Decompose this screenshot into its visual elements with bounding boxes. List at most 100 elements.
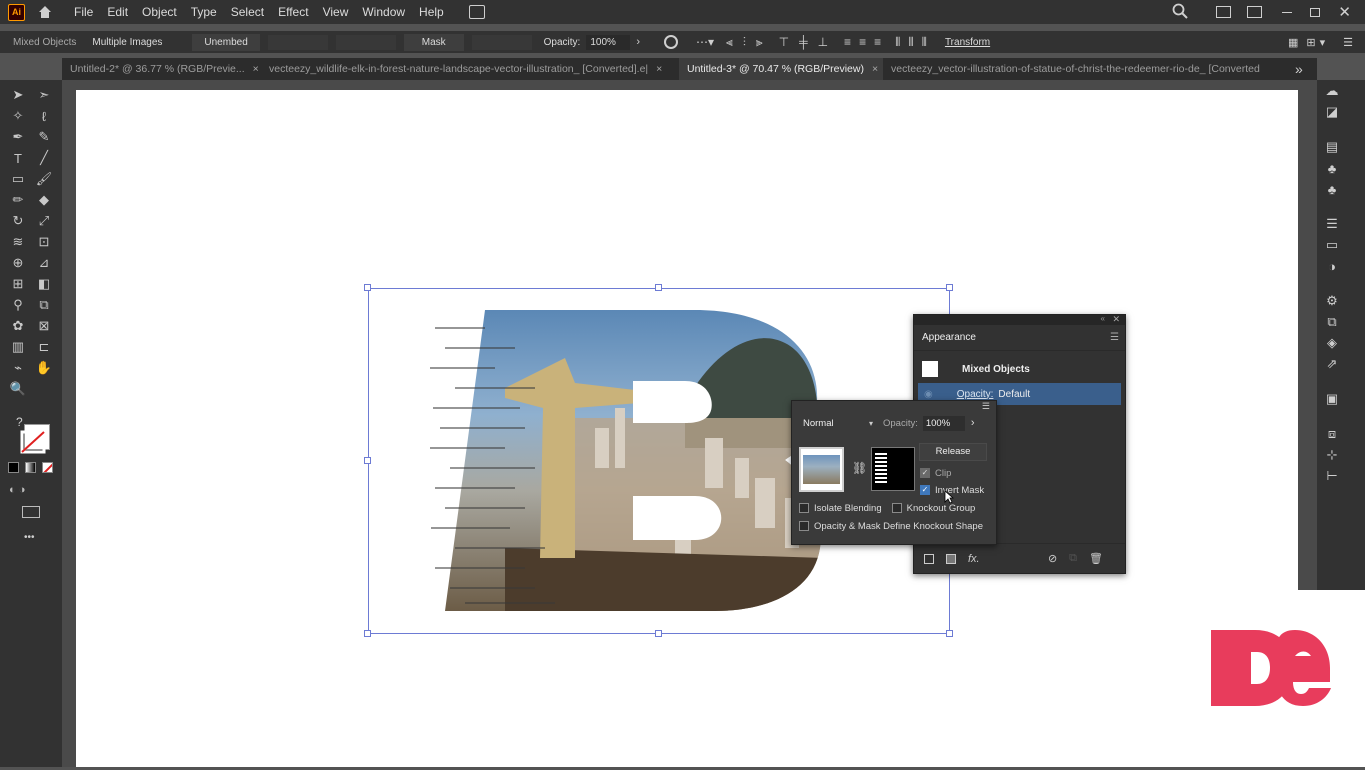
add-fill-icon[interactable] [946, 553, 956, 564]
free-transform-icon[interactable]: ⊡ [34, 233, 54, 251]
live-paint-icon[interactable]: ⊠ [34, 317, 54, 335]
opacity-input[interactable]: 100% [586, 34, 631, 50]
distribute-left-icon[interactable]: ⦀ [895, 35, 900, 50]
gradient-icon[interactable]: ◧ [34, 275, 54, 293]
artboard-tool-icon[interactable]: ⊏ [34, 338, 54, 356]
properties-icon[interactable]: ◪ [1322, 103, 1342, 121]
menu-file[interactable]: File [67, 5, 100, 19]
minimize-icon[interactable] [1282, 11, 1293, 13]
fill-stroke-swatch[interactable] [20, 422, 52, 454]
paintbrush-icon[interactable]: 🖌 [34, 170, 54, 188]
libraries-icon[interactable]: ☁ [1322, 82, 1342, 100]
align-panel-icon[interactable]: ⊢ [1322, 467, 1342, 485]
panel-toggle-icon[interactable] [1247, 6, 1263, 18]
distribute-right-icon[interactable]: ⦀ [922, 35, 927, 50]
close-tab-icon[interactable]: × [872, 63, 878, 75]
hand-tool-icon[interactable]: ✋ [34, 359, 54, 377]
rotate-icon[interactable]: ↻ [8, 212, 28, 230]
control-menu-icon[interactable]: ☰ [1343, 36, 1353, 49]
link-icon[interactable]: ⛓ [852, 461, 867, 475]
isolate-icon[interactable]: ▦ [1288, 36, 1298, 49]
dropdown-icon[interactable]: ▾ [1320, 36, 1326, 49]
direct-selection-tool-icon[interactable]: ➣ [34, 86, 54, 104]
align-middle-icon[interactable]: ╪ [799, 35, 808, 49]
pathfinder-icon[interactable]: ⧈ [1322, 425, 1342, 443]
chevron-right-icon[interactable]: › [971, 417, 975, 429]
scale-icon[interactable]: ⤢ [34, 212, 54, 230]
export-icon[interactable]: ⇗ [1322, 355, 1342, 373]
unembed-button[interactable]: Unembed [192, 33, 260, 51]
selection-handle[interactable] [364, 284, 371, 291]
tabs-overflow-icon[interactable]: » [1295, 61, 1303, 77]
zoom-tool-icon[interactable]: 🔍 [8, 380, 28, 398]
distribute-bottom-icon[interactable]: ≡ [874, 35, 881, 49]
invert-mask-check[interactable]: ✓ [920, 485, 930, 496]
asset-export-icon[interactable]: ▣ [1322, 390, 1342, 408]
none-swatch-icon[interactable] [42, 462, 53, 473]
selection-handle[interactable] [655, 630, 662, 637]
eraser-icon[interactable]: ◆ [34, 191, 54, 209]
curvature-tool-icon[interactable]: ✎ [34, 128, 54, 146]
perspective-grid-icon[interactable]: ⊿ [34, 254, 54, 272]
align-top-icon[interactable]: ⊤ [779, 35, 789, 49]
gradient-swatch-icon[interactable] [25, 462, 36, 473]
add-stroke-icon[interactable] [924, 553, 934, 564]
pen-tool-icon[interactable]: ✒ [8, 128, 28, 146]
eyedropper-icon[interactable]: ⚲ [8, 296, 28, 314]
distribute-middle-icon[interactable]: ≡ [859, 35, 866, 49]
rectangle-tool-icon[interactable]: ▭ [8, 170, 28, 188]
home-icon[interactable] [37, 4, 53, 20]
graphic-styles-icon[interactable]: ⧉ [1322, 313, 1342, 331]
isolate-blending-checkbox[interactable]: Isolate Blending [799, 502, 882, 514]
restore-icon[interactable] [1310, 7, 1321, 17]
color-panel-icon[interactable]: ♣ [1322, 159, 1342, 177]
align-bottom-icon[interactable]: ⊥ [818, 35, 828, 49]
type-tool-icon[interactable]: T [8, 149, 28, 167]
line-tool-icon[interactable]: ╱ [34, 149, 54, 167]
collapse-panel-icon[interactable]: « [1101, 314, 1105, 323]
close-tab-icon[interactable]: × [656, 63, 662, 75]
mask-thumbnail[interactable] [871, 447, 915, 491]
menu-window[interactable]: Window [355, 5, 412, 19]
opacity-input[interactable]: 100% [922, 415, 965, 431]
tab-untitled-2[interactable]: Untitled-2* @ 36.77 % (RGB/Previe... × [62, 58, 261, 80]
more-tools-icon[interactable]: ••• [24, 532, 35, 543]
layers-icon[interactable]: ◈ [1322, 334, 1342, 352]
selection-handle[interactable] [364, 457, 371, 464]
distribute-center-icon[interactable]: ⦀ [908, 35, 913, 50]
align-right-icon[interactable]: ⫸ [756, 35, 763, 50]
panel-menu-icon[interactable]: ☰ [1110, 332, 1119, 343]
isolate-blending-check[interactable] [799, 503, 809, 514]
menu-select[interactable]: Select [224, 5, 271, 19]
menu-type[interactable]: Type [184, 5, 224, 19]
clip-check[interactable]: ✓ [920, 468, 930, 479]
warp-icon[interactable]: ≋ [8, 233, 28, 251]
clear-appearance-icon[interactable]: ⊘ [1048, 552, 1057, 565]
magic-wand-icon[interactable]: ✧ [8, 107, 28, 125]
gradient-panel-icon[interactable]: ▭ [1322, 236, 1342, 254]
close-window-icon[interactable]: ✕ [1338, 3, 1351, 21]
transparency-panel-icon[interactable]: ◑ [1322, 257, 1342, 275]
align-left-icon[interactable]: ⫷ [726, 35, 733, 50]
menu-edit[interactable]: Edit [100, 5, 135, 19]
tab-elk-illustration[interactable]: vecteezy_wildlife-elk-in-forest-nature-l… [261, 58, 679, 80]
opacity-mask-knockout-check[interactable] [799, 521, 809, 532]
selection-tool-icon[interactable]: ➤ [8, 86, 28, 104]
transform-link[interactable]: Transform [945, 37, 990, 48]
distribute-top-icon[interactable]: ≡ [844, 35, 851, 49]
menu-view[interactable]: View [316, 5, 356, 19]
blend-icon[interactable]: ⧉ [34, 296, 54, 314]
selection-handle[interactable] [946, 630, 953, 637]
column-graph-icon[interactable]: ▥ [8, 338, 28, 356]
shape-builder-icon[interactable]: ⊕ [8, 254, 28, 272]
arrange-documents-icon[interactable] [468, 5, 485, 19]
pencil-icon[interactable]: ✏ [8, 191, 28, 209]
swatches-icon[interactable]: ♣ [1322, 180, 1342, 198]
mesh-icon[interactable]: ⊞ [8, 275, 28, 293]
workspace-switcher-icon[interactable] [1216, 6, 1232, 18]
lasso-icon[interactable]: ℓ [34, 107, 54, 125]
color-icon[interactable] [8, 462, 19, 473]
close-tab-icon[interactable]: × [253, 63, 259, 75]
add-effect-icon[interactable]: fx. [968, 553, 980, 565]
stroke-panel-icon[interactable]: ☰ [1322, 215, 1342, 233]
